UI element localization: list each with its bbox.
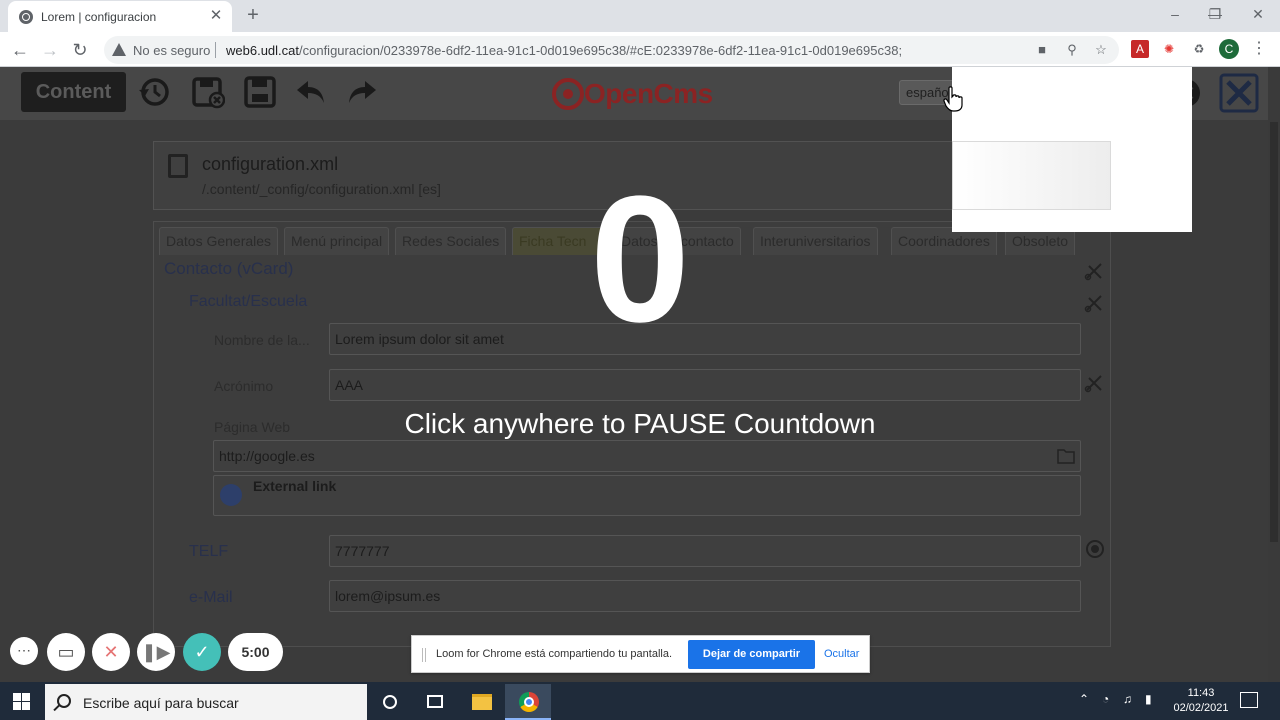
external-link-box[interactable] bbox=[213, 475, 1081, 516]
search-placeholder: Escribe aquí para buscar bbox=[83, 695, 239, 711]
battery-icon[interactable]: ▮ bbox=[1145, 692, 1152, 706]
external-link-label: External link bbox=[253, 478, 337, 494]
restore-button[interactable]: ❐ bbox=[1200, 4, 1230, 24]
loom-timer: 5:00 bbox=[228, 633, 283, 671]
loom-cancel-icon[interactable]: ✕ bbox=[92, 633, 130, 671]
external-link-icon bbox=[220, 484, 242, 506]
loom-finish-icon[interactable]: ✓ bbox=[183, 633, 221, 671]
url-path: /configuracion/0233978e-6df2-11ea-91c1-0… bbox=[299, 43, 903, 58]
warning-icon[interactable] bbox=[112, 43, 126, 56]
tab-close-icon[interactable]: ✕ bbox=[206, 6, 226, 26]
drag-handle-icon[interactable] bbox=[422, 648, 426, 662]
puzzle-icon[interactable]: ♻ bbox=[1190, 40, 1208, 58]
more-menu-icon[interactable]: ⋮ bbox=[1250, 40, 1268, 58]
folder-icon[interactable] bbox=[1057, 448, 1075, 464]
web-input[interactable]: http://google.es bbox=[213, 440, 1081, 472]
clock[interactable]: 11:43 02/02/2021 bbox=[1165, 686, 1237, 716]
acronimo-label: Acrónimo bbox=[214, 378, 274, 394]
network-icon[interactable]: ◔ bbox=[1102, 692, 1109, 706]
hide-button[interactable]: Ocultar bbox=[824, 648, 859, 660]
extension-icon[interactable]: ✺ bbox=[1160, 40, 1178, 58]
history-icon[interactable] bbox=[137, 75, 171, 109]
zoom-icon[interactable]: ⚲ bbox=[1064, 42, 1080, 58]
telf-label: TELF bbox=[189, 543, 229, 560]
back-icon[interactable]: ← bbox=[9, 39, 31, 61]
save-exit-icon[interactable] bbox=[191, 75, 225, 109]
acronimo-input[interactable]: AAA bbox=[329, 369, 1081, 401]
bookmark-star-icon[interactable]: ☆ bbox=[1093, 42, 1109, 58]
redo-icon[interactable] bbox=[345, 75, 379, 109]
opencms-logo: OpenCms bbox=[552, 76, 732, 112]
pause-countdown-text[interactable]: Click anywhere to PAUSE Countdown bbox=[0, 408, 1280, 440]
countdown-number[interactable]: 0 bbox=[0, 160, 1280, 360]
save-icon[interactable] bbox=[243, 75, 277, 109]
logo-ring bbox=[552, 78, 584, 110]
close-window-button[interactable]: ✕ bbox=[1243, 4, 1273, 24]
browser-tab-strip: Lorem | configuracion ✕ + — – ❐ ✕ bbox=[0, 0, 1280, 32]
scissors-icon[interactable] bbox=[1084, 373, 1104, 393]
search-icon bbox=[57, 694, 71, 708]
windows-start-icon[interactable] bbox=[13, 693, 30, 710]
loom-more-icon[interactable]: ⋯ bbox=[10, 637, 38, 665]
logo-text: OpenCms bbox=[584, 78, 713, 109]
notifications-icon[interactable] bbox=[1240, 692, 1258, 708]
clock-date: 02/02/2021 bbox=[1173, 702, 1229, 714]
reload-icon[interactable]: ↻ bbox=[69, 39, 91, 61]
loom-pause-icon[interactable]: ❚▶ bbox=[137, 633, 175, 671]
tab-title: Lorem | configuracion bbox=[41, 10, 157, 24]
pdf-extension-icon[interactable]: A bbox=[1131, 40, 1149, 58]
chrome-taskbar-icon[interactable] bbox=[505, 684, 551, 720]
clock-time: 11:43 bbox=[1187, 687, 1215, 699]
stop-sharing-button[interactable]: Dejar de compartir bbox=[688, 640, 815, 669]
cortana-icon[interactable] bbox=[367, 684, 413, 720]
screen-share-bar: Loom for Chrome está compartiendo tu pan… bbox=[411, 635, 870, 673]
content-button[interactable]: Content bbox=[21, 72, 126, 112]
volume-icon[interactable]: ♫ bbox=[1123, 692, 1132, 706]
address-bar-row: ← → ↻ No es seguro web6.udl.cat/configur… bbox=[0, 32, 1280, 67]
divider bbox=[215, 42, 216, 58]
omnibox[interactable]: No es seguro web6.udl.cat/configuracion/… bbox=[104, 36, 1119, 64]
undo-icon[interactable] bbox=[294, 75, 328, 109]
url-text[interactable]: web6.udl.cat/configuracion/0233978e-6df2… bbox=[226, 43, 902, 58]
insecure-label[interactable]: No es seguro bbox=[133, 43, 210, 58]
file-explorer-icon[interactable] bbox=[458, 684, 504, 720]
minimize-button[interactable]: – bbox=[1160, 4, 1190, 24]
taskbar: Escribe aquí para buscar ⌃ ◔ ♫ ▮ 11:43 0… bbox=[0, 682, 1280, 720]
email-label: e-Mail bbox=[189, 589, 233, 606]
globe-icon bbox=[19, 10, 33, 24]
new-tab-button[interactable]: + bbox=[243, 5, 263, 25]
loom-camera-toggle-icon[interactable]: ▭ bbox=[47, 633, 85, 671]
profile-avatar[interactable]: C bbox=[1219, 39, 1239, 59]
tray-chevron-icon[interactable]: ⌃ bbox=[1079, 692, 1089, 706]
telf-input[interactable]: 7777777 bbox=[329, 535, 1081, 567]
share-message: Loom for Chrome está compartiendo tu pan… bbox=[436, 648, 673, 660]
publish-icon[interactable] bbox=[1219, 73, 1259, 113]
browser-tab[interactable]: Lorem | configuracion ✕ bbox=[8, 1, 232, 32]
task-view-icon[interactable] bbox=[412, 684, 458, 720]
hand-cursor-icon bbox=[943, 86, 963, 112]
forward-icon[interactable]: → bbox=[39, 39, 61, 61]
taskbar-search[interactable]: Escribe aquí para buscar bbox=[45, 684, 367, 720]
email-input[interactable]: lorem@ipsum.es bbox=[329, 580, 1081, 612]
url-host: web6.udl.cat bbox=[226, 43, 299, 58]
camera-icon[interactable]: ■ bbox=[1034, 42, 1050, 58]
target-icon[interactable] bbox=[1086, 540, 1104, 558]
